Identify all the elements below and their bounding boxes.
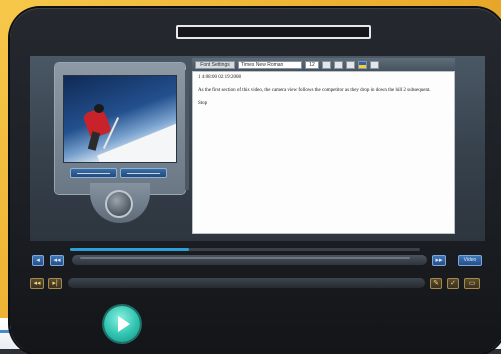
jog-knob[interactable] — [105, 190, 133, 218]
bold-icon[interactable] — [322, 60, 331, 69]
top-slot — [176, 25, 371, 39]
font-select[interactable]: Times New Roman — [238, 60, 302, 69]
language-flag-icon[interactable] — [358, 60, 367, 69]
editor-paragraph: As the first section of this video, the … — [198, 88, 431, 93]
check-icon[interactable]: ✓ — [447, 278, 459, 289]
preview-button-left[interactable] — [70, 168, 117, 178]
skier-head — [94, 104, 104, 113]
edit-icon[interactable]: ✎ — [430, 278, 442, 289]
secondary-track[interactable] — [68, 278, 425, 288]
folder-icon[interactable]: ▭ — [464, 278, 480, 289]
underline-icon[interactable] — [346, 60, 355, 69]
editor-page[interactable]: 1 4:08:00 02:19:2008 As the first sectio… — [192, 71, 455, 234]
editor-stop-line: Stop — [198, 101, 208, 106]
font-size-select[interactable]: 12 — [305, 60, 319, 69]
video-thumbnail[interactable] — [63, 75, 177, 163]
timeline-shine — [80, 257, 410, 259]
options-icon[interactable] — [370, 60, 379, 69]
editor-splitter[interactable] — [185, 70, 189, 190]
editor-toolbar: Font Settings Times New Roman 12 — [192, 58, 455, 71]
preview-button-right[interactable] — [120, 168, 167, 178]
step-back-icon[interactable]: ◂◂ — [30, 278, 44, 289]
text-editor: Font Settings Times New Roman 12 1 4:08:… — [192, 58, 455, 234]
rewind-icon[interactable]: ◂◂ — [50, 255, 64, 266]
editor-line-timestamp: 1 4:08:00 02:19:2008 — [198, 75, 242, 80]
play-button[interactable] — [104, 306, 140, 342]
italic-icon[interactable] — [334, 60, 343, 69]
video-label[interactable]: Video — [458, 255, 482, 266]
progress-fill — [70, 248, 189, 251]
font-settings-button[interactable]: Font Settings — [195, 60, 235, 69]
volume-icon[interactable]: ◂ — [32, 255, 44, 266]
fast-forward-icon[interactable]: ▸▸ — [432, 255, 446, 266]
step-forward-icon[interactable]: ▸| — [48, 278, 62, 289]
